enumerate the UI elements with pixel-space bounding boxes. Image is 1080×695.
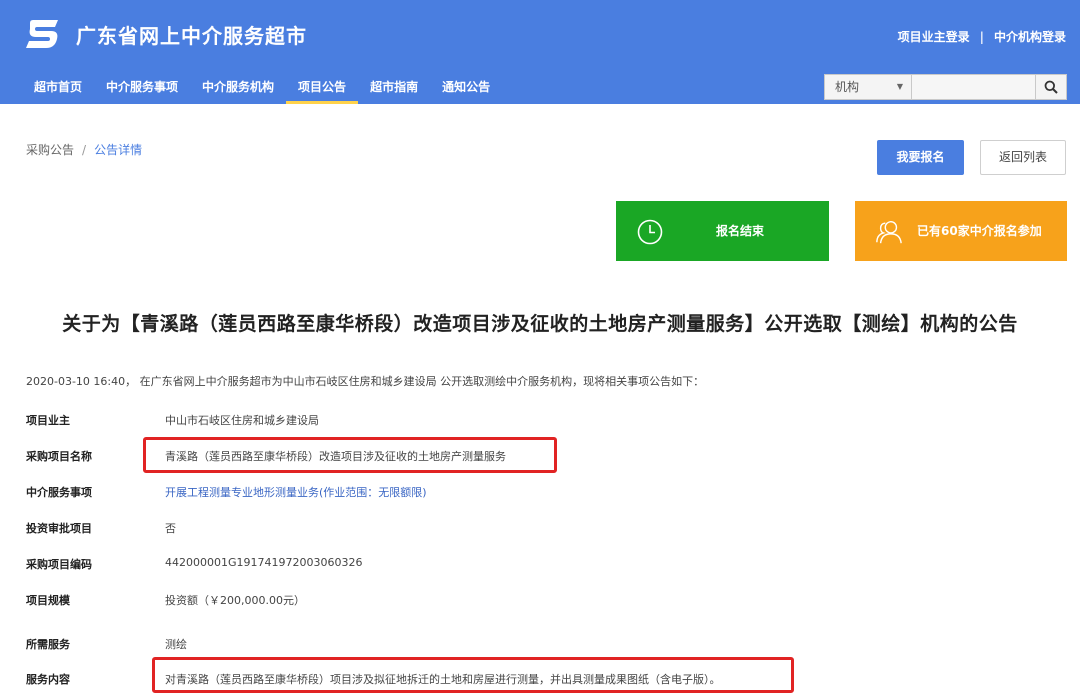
field-label: 采购项目名称 [26, 450, 92, 463]
nav-item-service-items[interactable]: 中介服务事项 [94, 72, 190, 104]
detail-row: 投资审批项目 否 [26, 520, 1066, 540]
nav-item-guide[interactable]: 超市指南 [358, 72, 430, 104]
breadcrumb-separator: / [82, 143, 87, 157]
breadcrumb-parent[interactable]: 采购公告 [26, 143, 74, 157]
field-value: 测绘 [165, 638, 187, 651]
top-header: 广东省网上中介服务超市 项目业主登录 | 中介机构登录 超市首页 中介服务事项 中介… [0, 0, 1080, 104]
nav-item-home[interactable]: 超市首页 [22, 72, 94, 104]
registration-status-label: 报名结束 [716, 224, 765, 238]
field-label: 项目规模 [26, 594, 70, 607]
field-label: 项目业主 [26, 414, 70, 427]
field-label: 中介服务事项 [26, 486, 92, 499]
breadcrumb-current: 公告详情 [94, 143, 143, 157]
field-label: 服务内容 [26, 673, 70, 686]
account-links: 项目业主登录 | 中介机构登录 [898, 28, 1066, 45]
field-label: 采购项目编码 [26, 558, 92, 571]
site-title[interactable]: 广东省网上中介服务超市 [76, 20, 307, 49]
field-label: 所需服务 [26, 638, 70, 651]
clock-icon [637, 219, 663, 245]
field-value: 中山市石岐区住房和城乡建设局 [165, 414, 319, 427]
participants-card: 已有60家中介报名参加 [855, 201, 1067, 261]
field-label: 投资审批项目 [26, 522, 92, 535]
search-button[interactable] [1036, 74, 1067, 100]
detail-row: 中介服务事项 开展工程测量专业地形测量业务(作业范围：无限额限) [26, 484, 1066, 504]
site-logo-icon[interactable] [24, 18, 64, 50]
service-item-link[interactable]: 开展工程测量专业地形测量业务(作业范围：无限额限) [165, 484, 427, 500]
search-type-select[interactable]: 机构 ▼ [824, 74, 912, 100]
search-icon [1044, 80, 1058, 94]
field-value: 否 [165, 522, 176, 535]
nav-item-agencies[interactable]: 中介服务机构 [190, 72, 286, 104]
field-value: 投资额（￥200,000.00元） [165, 594, 305, 607]
apply-button[interactable]: 我要报名 [877, 140, 964, 175]
caret-down-icon: ▼ [896, 82, 903, 91]
announcement-intro: 2020-03-10 16:40， 在广东省网上中介服务超市为中山市石岐区住房和… [26, 375, 705, 388]
breadcrumb: 采购公告 / 公告详情 [26, 141, 142, 158]
search-type-value: 机构 [835, 80, 860, 94]
main-nav: 超市首页 中介服务事项 中介服务机构 项目公告 超市指南 通知公告 [22, 72, 502, 104]
search-bar: 机构 ▼ [824, 74, 1067, 100]
announcement-title: 关于为【青溪路（莲员西路至康华桥段）改造项目涉及征收的土地房产测量服务】公开选取… [62, 313, 1018, 335]
project-name-highlight [143, 437, 557, 473]
detail-row: 采购项目编码 442000001G191741972003060326 [26, 556, 1066, 576]
registration-status-card: 报名结束 [616, 201, 829, 261]
service-content-highlight [152, 657, 794, 693]
detail-row: 所需服务 测绘 [26, 636, 1066, 656]
users-icon [876, 221, 902, 244]
nav-item-notices[interactable]: 通知公告 [430, 72, 502, 104]
detail-row: 项目业主 中山市石岐区住房和城乡建设局 [26, 412, 1066, 432]
detail-row: 项目规模 投资额（￥200,000.00元） [26, 592, 1066, 612]
agency-login-link[interactable]: 中介机构登录 [994, 28, 1066, 45]
participants-label: 已有60家中介报名参加 [917, 224, 1042, 238]
owner-login-link[interactable]: 项目业主登录 [898, 28, 970, 45]
back-to-list-button[interactable]: 返回列表 [980, 140, 1066, 175]
nav-item-announcements[interactable]: 项目公告 [286, 72, 359, 104]
field-value: 442000001G191741972003060326 [165, 556, 363, 569]
link-separator: | [979, 30, 984, 44]
search-input[interactable] [912, 74, 1036, 100]
